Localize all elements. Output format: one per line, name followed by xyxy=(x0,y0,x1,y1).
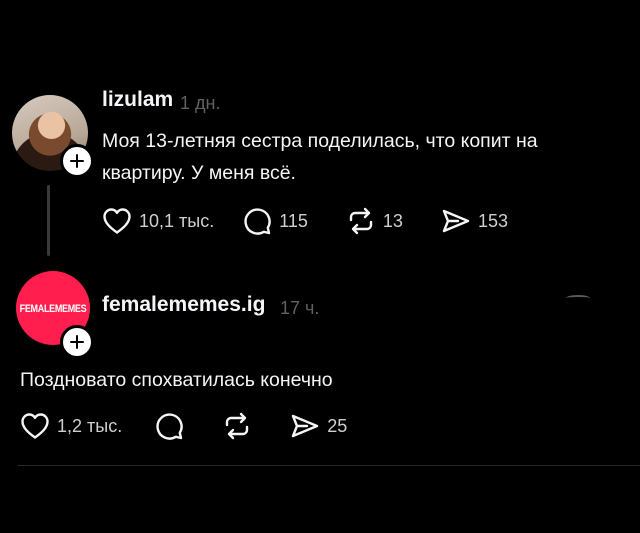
comment-icon xyxy=(244,208,271,235)
share-button[interactable]: 25 xyxy=(290,411,347,441)
share-icon xyxy=(442,209,470,233)
share-button[interactable]: 153 xyxy=(441,206,508,236)
divider xyxy=(18,465,640,466)
more-menu-hint[interactable] xyxy=(566,295,590,301)
follow-lizulam-button[interactable] xyxy=(60,144,94,178)
comment-icon xyxy=(156,413,183,440)
like-count: 1,2 тыс. xyxy=(57,415,123,436)
post-actions: 10,1 тыс. 115 13 153 xyxy=(102,206,508,236)
like-button[interactable]: 10,1 тыс. xyxy=(102,207,214,235)
thread-line xyxy=(47,185,50,256)
share-icon xyxy=(292,414,319,438)
plus-icon xyxy=(70,335,84,349)
post-text-line: квартиру. У меня всё. xyxy=(102,162,296,184)
repost-count: 13 xyxy=(382,210,403,231)
reply-text: Поздновато спохватилась конечно xyxy=(20,369,333,391)
repost-button[interactable]: 13 xyxy=(346,206,403,236)
like-button[interactable]: 1,2 тыс. xyxy=(20,412,122,440)
post-timestamp: 1 дн. xyxy=(180,93,221,113)
comment-button[interactable] xyxy=(154,411,184,441)
share-count: 153 xyxy=(477,210,508,231)
follow-femalememes-button[interactable] xyxy=(60,325,94,359)
share-count: 25 xyxy=(327,415,348,436)
heart-icon xyxy=(103,208,131,234)
post-username[interactable]: lizulam xyxy=(102,88,173,112)
reply-timestamp: 17 ч. xyxy=(280,298,320,318)
reply-username[interactable]: femalememes.ig xyxy=(102,293,265,317)
repost-button[interactable] xyxy=(222,411,252,441)
post-text: Моя 13-летняя сестра поделилась, что коп… xyxy=(102,125,538,189)
post-text-line: Моя 13-летняя сестра поделилась, что коп… xyxy=(102,130,538,152)
repost-icon xyxy=(349,207,373,235)
comment-button[interactable]: 115 xyxy=(242,206,308,236)
repost-icon xyxy=(226,412,249,440)
reply-actions: 1,2 тыс. 25 xyxy=(20,411,347,441)
like-count: 10,1 тыс. xyxy=(139,210,215,231)
comment-count: 115 xyxy=(279,210,308,231)
plus-icon xyxy=(70,154,84,168)
heart-icon xyxy=(21,413,49,439)
avatar-logo-text: FEMALEMEMES xyxy=(19,301,87,315)
